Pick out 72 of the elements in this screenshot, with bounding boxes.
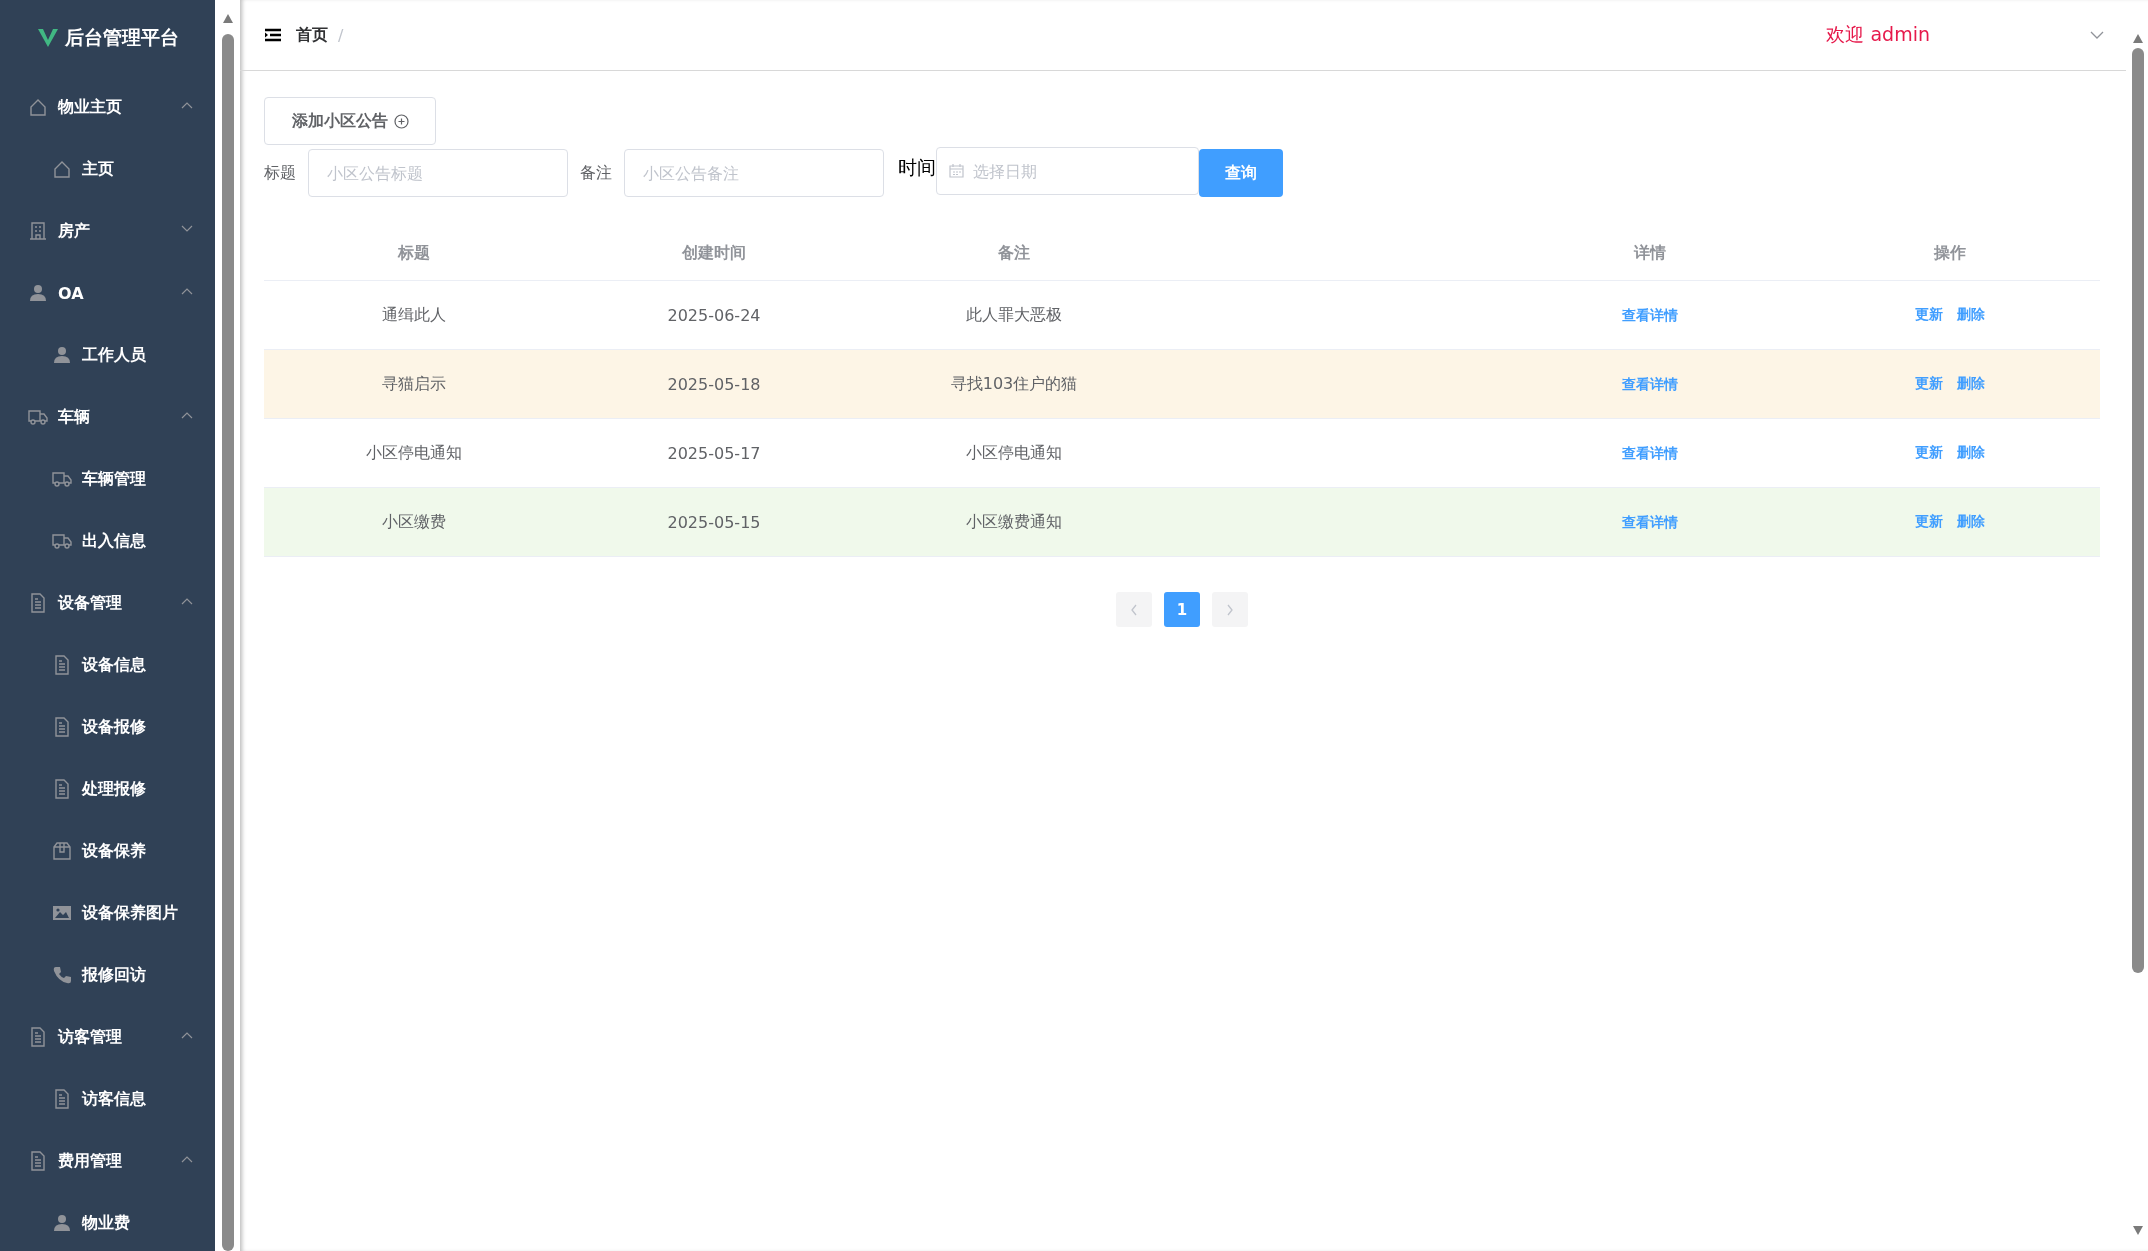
- document-icon: [52, 717, 72, 737]
- house-icon: [52, 159, 72, 179]
- box-icon: [52, 841, 72, 861]
- menu-item[interactable]: 物业主页: [0, 76, 215, 138]
- document-icon: [52, 655, 72, 675]
- column-header: 操作: [1932, 243, 1967, 264]
- chevron-left-icon: [1130, 603, 1138, 616]
- user-icon: [52, 345, 72, 365]
- document-icon: [28, 1151, 48, 1171]
- menu-item[interactable]: 设备管理: [0, 572, 215, 634]
- input-field[interactable]: 小区公告备注: [624, 149, 884, 197]
- table-cell-text: 寻找103住户的猫: [949, 373, 1079, 395]
- phone-icon: [52, 965, 72, 985]
- table-cell-text: 小区停电通知: [965, 442, 1063, 464]
- submenu-item[interactable]: 设备保养图片: [0, 882, 215, 944]
- submenu-item[interactable]: 设备信息: [0, 634, 215, 696]
- menu-icon[interactable]: [264, 28, 282, 42]
- menu-item[interactable]: 车辆: [0, 386, 215, 448]
- truck-icon: [52, 469, 72, 489]
- truck-icon: [28, 407, 48, 427]
- image-icon: [52, 903, 72, 923]
- table-cell-text: 小区缴费: [381, 511, 447, 533]
- menu-item[interactable]: 费用管理: [0, 1130, 215, 1192]
- add-notice-button[interactable]: 添加小区公告: [264, 97, 436, 145]
- input-field[interactable]: 小区公告标题: [308, 149, 568, 197]
- submenu-item[interactable]: 报修回访: [0, 944, 215, 1006]
- menu-item[interactable]: 房产: [0, 200, 215, 262]
- app-title: 后台管理平台: [64, 25, 179, 50]
- submenu-item[interactable]: 设备报修: [0, 696, 215, 758]
- logo-icon: [36, 28, 59, 48]
- column-header: 标题: [396, 243, 431, 264]
- filter-label: 备注: [580, 162, 612, 184]
- chevron-right-icon: [1226, 603, 1234, 616]
- document-icon: [28, 593, 48, 613]
- submenu-item[interactable]: 工作人员: [0, 324, 215, 386]
- document-icon: [28, 1027, 48, 1047]
- truck-icon: [52, 531, 72, 551]
- welcome-text[interactable]: 欢迎 admin: [1826, 22, 1930, 48]
- table-cell-text: 2025-05-17: [666, 443, 762, 463]
- building-icon: [28, 221, 48, 241]
- filter-label: 标题: [264, 162, 296, 184]
- table-cell-text: 小区停电通知: [365, 442, 463, 464]
- document-icon: [52, 1089, 72, 1109]
- menu-item[interactable]: OA: [0, 262, 215, 324]
- chevron-down-icon[interactable]: [2090, 30, 2104, 40]
- table-cell-text: 小区缴费通知: [965, 511, 1063, 533]
- submenu-item[interactable]: 物业费: [0, 1192, 215, 1251]
- plus-circle-icon: [393, 113, 409, 129]
- user-icon: [28, 283, 48, 303]
- table-cell-text: 此人罪大恶极: [965, 304, 1063, 326]
- house-icon: [28, 97, 48, 117]
- column-header: 详情: [1632, 243, 1667, 264]
- user-icon: [52, 1213, 72, 1233]
- submenu-item[interactable]: 处理报修: [0, 758, 215, 820]
- table-cell-text: 寻猫启示: [381, 373, 447, 395]
- breadcrumb-separator: /: [338, 25, 344, 45]
- table-cell-text: 2025-06-24: [666, 305, 762, 325]
- date-field[interactable]: 选择日期: [936, 147, 1199, 195]
- document-icon: [52, 779, 72, 799]
- table-cell-text: 通缉此人: [381, 304, 447, 326]
- column-header: 备注: [997, 243, 1031, 264]
- submenu-item[interactable]: 车辆管理: [0, 448, 215, 510]
- column-header: 创建时间: [681, 243, 747, 264]
- table-cell-text: 2025-05-15: [666, 512, 762, 532]
- submenu-item[interactable]: 访客信息: [0, 1068, 215, 1130]
- submenu-item[interactable]: 出入信息: [0, 510, 215, 572]
- submenu-item[interactable]: 设备保养: [0, 820, 215, 882]
- submenu-item[interactable]: 主页: [0, 138, 215, 200]
- menu-item[interactable]: 访客管理: [0, 1006, 215, 1068]
- breadcrumb-item[interactable]: 首页: [296, 24, 328, 46]
- table-cell-text: 2025-05-18: [666, 374, 762, 394]
- filter-label: 时间: [898, 155, 936, 180]
